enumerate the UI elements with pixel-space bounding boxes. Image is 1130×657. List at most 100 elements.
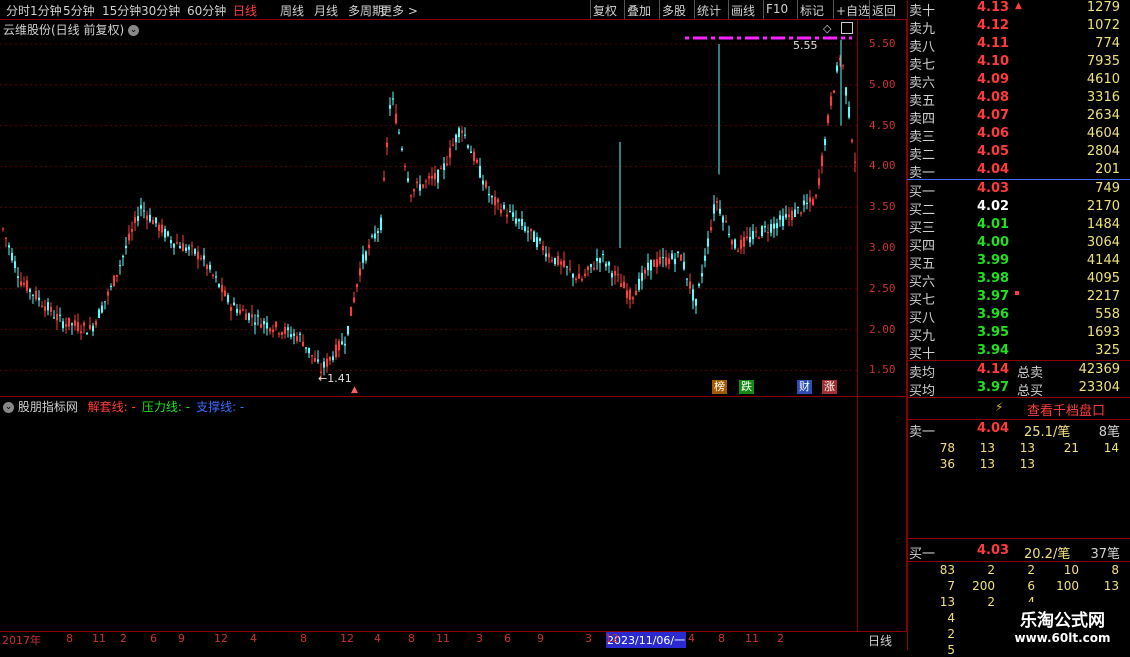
ask-row[interactable]: 卖二 4.05 2804 <box>907 144 1130 163</box>
candle-body <box>617 274 619 276</box>
bid-row[interactable]: 买十 3.94 325 <box>907 343 1130 362</box>
thousand-level-label[interactable]: 查看千档盘口 <box>1027 400 1105 419</box>
ask-label: 卖八 <box>909 40 936 55</box>
candle-body <box>32 294 34 296</box>
bid-price: 3.99 <box>977 253 1010 268</box>
ask-row[interactable]: 卖八 4.11 774 <box>907 36 1130 55</box>
tab-period-2[interactable]: 5分钟 <box>63 2 95 19</box>
candlestick-chart[interactable] <box>0 19 857 397</box>
toolbar-button-7[interactable]: +自选 <box>836 2 870 19</box>
candle-body <box>362 254 364 263</box>
tab-period-3[interactable]: 15分钟 <box>102 2 141 19</box>
ask-row[interactable]: 卖九 4.12 1072 <box>907 18 1130 37</box>
candle-body <box>629 289 631 300</box>
candle-body <box>662 257 664 259</box>
toolbar-button-6[interactable]: 标记 <box>800 2 824 19</box>
event-tag[interactable]: 涨 <box>822 380 837 394</box>
candle-body <box>389 105 391 109</box>
queue-cell: 21 <box>1063 441 1079 455</box>
candle-body <box>572 273 574 278</box>
queue-cell: 83 <box>939 563 955 577</box>
candle-body <box>497 199 499 203</box>
tab-period-5[interactable]: 60分钟 <box>187 2 226 19</box>
tab-period-9[interactable]: 多周期 <box>348 2 384 19</box>
bid-row[interactable]: 买二 4.02 2170 <box>907 199 1130 218</box>
bid-row[interactable]: 买一 4.03 749 <box>907 181 1130 200</box>
ask-row[interactable]: 卖六 4.09 4610 <box>907 72 1130 91</box>
candle-body <box>584 273 586 277</box>
candle-body <box>311 355 313 357</box>
candle-body <box>263 320 265 325</box>
toolbar-separator <box>694 0 695 19</box>
candle-body <box>434 172 436 180</box>
candle-body <box>143 210 145 212</box>
ask-row[interactable]: 卖三 4.06 4604 <box>907 126 1130 145</box>
candle-body <box>716 200 718 203</box>
candle-body <box>116 275 118 277</box>
candle-body <box>395 113 397 124</box>
candle-body <box>179 245 181 249</box>
tab-period-6[interactable]: 日线 <box>233 2 257 19</box>
tab-period-1[interactable]: 1分钟 <box>30 2 62 19</box>
time-tick: 8 <box>300 632 307 645</box>
indicator-frame <box>0 396 907 632</box>
chevron-down-icon[interactable]: ⌄ <box>3 402 14 413</box>
thousand-level-button[interactable]: ⚡ 查看千档盘口 <box>907 399 1130 419</box>
toolbar-button-1[interactable]: 叠加 <box>627 2 651 19</box>
queue-buy-avg: 20.2/笔 <box>1024 547 1071 562</box>
candle-body <box>677 251 679 254</box>
ask-price: 4.12 <box>977 18 1010 33</box>
bid-volume: 558 <box>1095 307 1120 322</box>
ask-row[interactable]: 卖四 4.07 2634 <box>907 108 1130 127</box>
bid-row[interactable]: 买三 4.01 1484 <box>907 217 1130 236</box>
tab-period-10[interactable]: 更多 > <box>380 2 418 19</box>
ask-row[interactable]: 卖七 4.10 7935 <box>907 54 1130 73</box>
time-tick: 2017年 <box>2 634 41 647</box>
event-tag[interactable]: 跌 <box>739 380 754 394</box>
bid-row[interactable]: 买五 3.99 4144 <box>907 253 1130 272</box>
avg-buy-row: 买均 3.97 总买 23304 <box>907 380 1130 399</box>
bid-price: 4.00 <box>977 235 1010 250</box>
candle-body <box>218 284 220 288</box>
bid-row[interactable]: 买八 3.96 558 <box>907 307 1130 326</box>
window-toggle-icon[interactable] <box>841 22 853 34</box>
time-tick: 4 <box>250 632 257 645</box>
candle-body <box>188 246 190 250</box>
candle-body <box>605 263 607 267</box>
ask-price: 4.05 <box>977 144 1010 159</box>
tab-period-4[interactable]: 30分钟 <box>141 2 180 19</box>
candle-body <box>650 259 652 271</box>
candle-body <box>665 257 667 266</box>
candle-body <box>155 217 157 224</box>
candle-body <box>98 309 100 319</box>
tab-period-8[interactable]: 月线 <box>314 2 338 19</box>
ask-row[interactable]: 卖一 4.04 201 <box>907 162 1130 181</box>
ask-volume: 3316 <box>1086 90 1120 105</box>
bid-label: 买五 <box>909 257 936 272</box>
candle-body <box>374 233 376 239</box>
candle-body <box>398 132 400 134</box>
toolbar-button-0[interactable]: 复权 <box>593 2 617 19</box>
candle-body <box>743 237 745 247</box>
bid-row[interactable]: 买九 3.95 1693 <box>907 325 1130 344</box>
candle-body <box>707 238 709 247</box>
bid-row[interactable]: 买六 3.98 4095 <box>907 271 1130 290</box>
bid-volume: 1693 <box>1086 325 1120 340</box>
toolbar-button-8[interactable]: 返回 <box>872 2 896 19</box>
bid-row[interactable]: 买四 4.00 3064 <box>907 235 1130 254</box>
toolbar-button-5[interactable]: F10 <box>766 2 788 16</box>
candle-body <box>221 284 223 293</box>
toolbar-button-4[interactable]: 画线 <box>731 2 755 19</box>
tab-period-7[interactable]: 周线 <box>280 2 304 19</box>
candle-body <box>185 247 187 251</box>
diamond-icon[interactable]: ◇ <box>823 22 831 35</box>
event-tag[interactable]: 榜 <box>712 380 727 394</box>
ask-volume: 1279 <box>1086 0 1120 15</box>
ask-row[interactable]: 卖五 4.08 3316 <box>907 90 1130 109</box>
candle-body <box>284 327 286 334</box>
indicator-title[interactable]: 股朋指标网 <box>18 400 78 414</box>
event-tag[interactable]: 财 <box>797 380 812 394</box>
toolbar-button-2[interactable]: 多股 <box>662 2 686 19</box>
toolbar-button-3[interactable]: 统计 <box>697 2 721 19</box>
tab-period-0[interactable]: 分时 <box>6 2 30 19</box>
